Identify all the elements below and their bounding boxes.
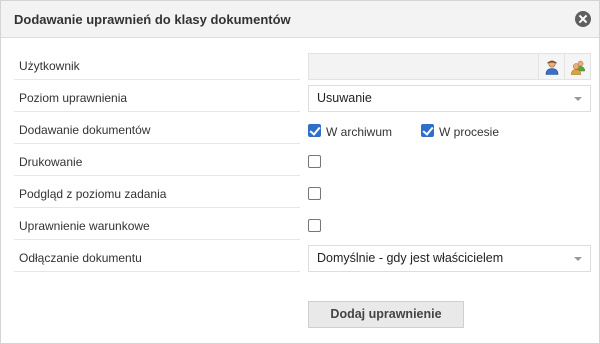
detaching-label: Odłączanie dokumentu <box>14 248 300 272</box>
detaching-select[interactable]: Domyślnie - gdy jest właścicielem <box>308 245 591 272</box>
select-group-button[interactable] <box>564 54 590 79</box>
process-checkbox-label: W procesie <box>439 125 500 139</box>
select-user-button[interactable] <box>538 54 564 79</box>
conditional-checkbox[interactable] <box>308 219 321 232</box>
add-permission-button[interactable]: Dodaj uprawnienie <box>308 301 464 328</box>
chevron-down-icon <box>574 97 582 101</box>
task-preview-label: Podgląd z poziomu zadania <box>14 184 300 208</box>
close-icon[interactable] <box>575 11 591 27</box>
chevron-down-icon <box>574 257 582 261</box>
user-label: Użytkownik <box>14 56 300 80</box>
detaching-value: Domyślnie - gdy jest właścicielem <box>317 251 504 265</box>
task-preview-checkbox[interactable] <box>308 187 321 200</box>
permission-level-value: Usuwanie <box>317 91 372 105</box>
user-field[interactable] <box>308 53 591 80</box>
dialog-header: Dodawanie uprawnień do klasy dokumentów <box>1 1 599 38</box>
group-icon <box>570 60 585 75</box>
dialog: Dodawanie uprawnień do klasy dokumentów … <box>0 0 600 344</box>
archive-checkbox[interactable] <box>308 124 321 137</box>
archive-checkbox-label: W archiwum <box>326 125 393 139</box>
printing-label: Drukowanie <box>14 152 300 176</box>
adding-documents-label: Dodawanie dokumentów <box>14 120 300 144</box>
process-checkbox[interactable] <box>421 124 434 137</box>
person-icon <box>545 59 558 75</box>
permission-level-select[interactable]: Usuwanie <box>308 85 591 112</box>
permission-level-label: Poziom uprawnienia <box>14 88 300 112</box>
dialog-title: Dodawanie uprawnień do klasy dokumentów <box>14 12 291 27</box>
printing-checkbox[interactable] <box>308 155 321 168</box>
conditional-label: Uprawnienie warunkowe <box>14 216 300 240</box>
